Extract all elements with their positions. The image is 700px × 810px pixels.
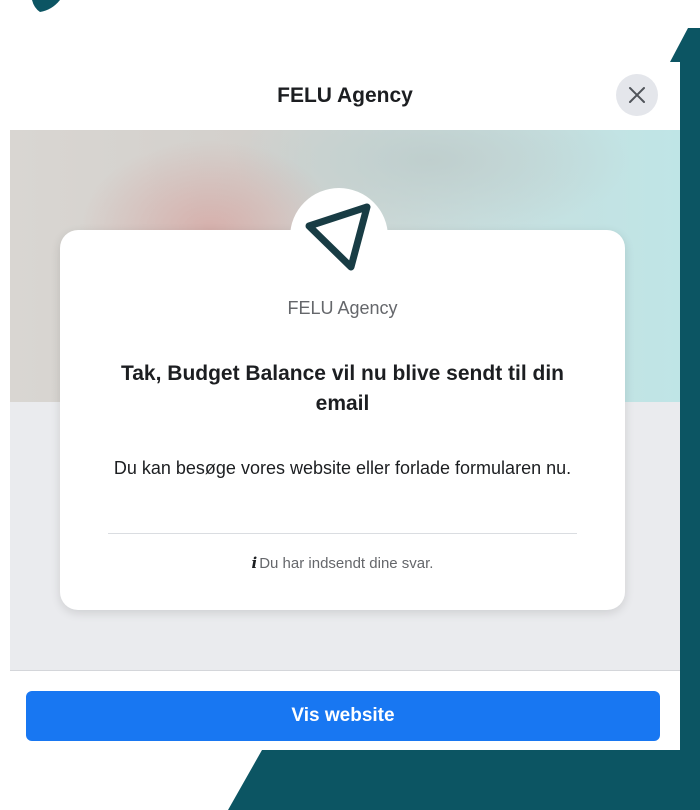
close-button[interactable]	[616, 74, 658, 116]
submission-note-text: Du har indsendt dine svar.	[259, 555, 434, 572]
org-avatar	[290, 188, 388, 286]
view-website-button[interactable]: Vis website	[26, 691, 660, 741]
dialog-title: FELU Agency	[277, 84, 413, 107]
confirmation-subtext: Du kan besøge vores website eller forlad…	[113, 458, 572, 478]
dialog: FELU Agency FELU Agency Tak, Budget Bala…	[10, 62, 680, 750]
info-icon: i	[251, 554, 258, 572]
submission-note: i Du har indsendt dine svar.	[60, 554, 625, 572]
close-icon	[629, 87, 645, 103]
dialog-footer: Vis website	[10, 670, 680, 750]
org-name: FELU Agency	[287, 298, 398, 318]
divider	[108, 533, 577, 534]
triangle-logo-icon	[305, 203, 371, 271]
confirmation-card: FELU Agency Tak, Budget Balance vil nu b…	[60, 230, 625, 610]
confirmation-headline: Tak, Budget Balance vil nu blive sendt t…	[120, 362, 565, 415]
corner-arrow-shape	[32, 0, 60, 12]
dialog-header: FELU Agency	[10, 62, 680, 130]
